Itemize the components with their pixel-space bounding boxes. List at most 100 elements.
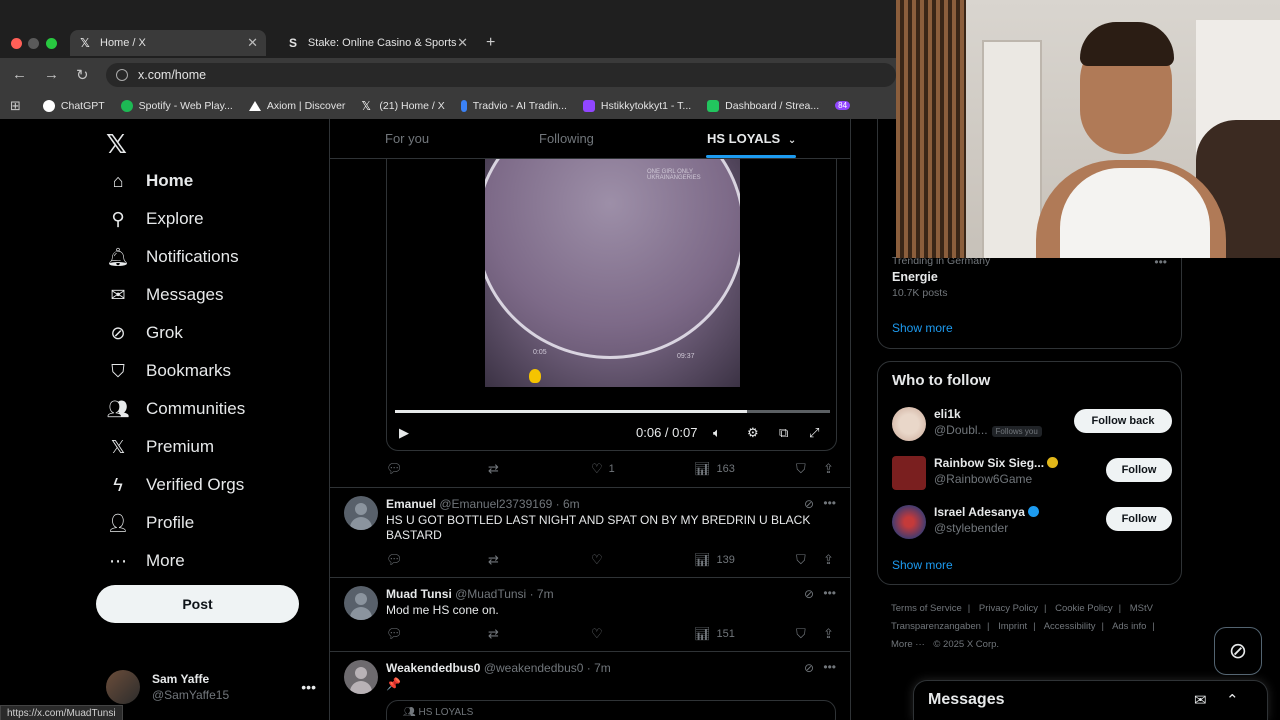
close-icon[interactable]: ✕ [457,35,468,51]
follow-back-button[interactable]: Follow back [1074,409,1172,433]
nav-premium[interactable]: 𝕏 Premium [106,435,214,459]
play-icon[interactable]: ▶ [399,425,409,441]
footer-link[interactable]: Terms of Service [891,603,962,614]
nav-notifications[interactable]: 🔔︎ Notifications [106,245,239,269]
bookmark-button[interactable]: ⛉ [796,626,812,642]
tweet-author-handle[interactable]: @Emanuel23739169 [439,497,552,511]
video-progress-bar[interactable] [395,410,830,413]
back-button[interactable]: ← [12,66,27,83]
apps-grid-icon[interactable]: ⊞ [10,98,21,114]
share-button[interactable]: ⇪ [823,626,840,642]
nav-grok[interactable]: ⊘ Grok [106,321,182,345]
video-player[interactable]: ONE GIRL ONLY UKRAINANGERIES 0:05 09:37 … [386,159,837,451]
close-icon[interactable]: ✕ [247,35,258,51]
tweet-time[interactable]: · 7m [530,587,554,601]
tab-following[interactable]: Following [539,131,594,146]
tweet[interactable]: Weakendedbus0 @weakendedbus0 · 7m ⊘ ••• … [330,651,850,720]
tweet-time[interactable]: · 6m [556,497,580,511]
avatar[interactable] [344,496,378,530]
follow-suggestion[interactable]: Israel Adesanya @stylebender Follow [892,505,1172,541]
nav-home[interactable]: ⌂ Home [106,169,194,193]
tweet-author-handle[interactable]: @MuadTunsi [455,587,526,601]
reply-button[interactable]: 💬︎ [386,461,409,477]
settings-gear-icon[interactable]: ⚙ [747,425,759,441]
tweet-time[interactable]: · 7m [587,661,611,675]
bookmark-extra[interactable]: 84 [835,101,851,110]
bookmark-chatgpt[interactable]: ChatGPT [42,99,105,112]
nav-explore[interactable]: ⚲ Explore [106,207,203,231]
views-button[interactable]: 📊︎ 151 [694,626,735,642]
nav-more[interactable]: ⋯ More [106,549,185,573]
tab-stake[interactable]: S Stake: Online Casino & Sports ✕ [278,30,476,56]
retweet-button[interactable]: ⇄ [488,626,505,642]
tweet-author-name[interactable]: Weakendedbus0 [386,661,480,675]
avatar[interactable] [344,660,378,694]
maximize-window-button[interactable] [46,38,57,49]
new-message-icon[interactable]: ✉ [1194,691,1207,709]
grok-icon[interactable]: ⊘ [804,587,814,601]
avatar[interactable] [892,505,926,539]
suggestion-name[interactable]: Israel Adesanya [934,505,1039,519]
tweet-author-handle[interactable]: @weakendedbus0 [484,661,584,675]
grok-icon[interactable]: ⊘ [804,661,814,675]
retweet-button[interactable]: ⇄ [488,461,505,477]
like-button[interactable]: ♡ [591,626,609,642]
site-info-icon[interactable] [116,69,128,81]
follow-suggestion[interactable]: eli1k @Doubl... Follows you Follow back [892,407,1172,443]
account-switcher[interactable]: Sam Yaffe @SamYaffe15 ••• [106,669,316,705]
nav-verified-orgs[interactable]: ϟ Verified Orgs [106,473,244,497]
fullscreen-icon[interactable]: ⤢ [809,425,819,441]
views-button[interactable]: 📊︎ 139 [694,552,735,568]
more-dots-icon[interactable]: ••• [823,586,836,600]
suggestion-name[interactable]: Rainbow Six Sieg... [934,456,1059,470]
tab-for-you[interactable]: For you [385,131,429,146]
reload-button[interactable]: ↻ [76,66,89,84]
x-logo-icon[interactable]: 𝕏 [106,129,127,160]
close-window-button[interactable] [11,38,22,49]
retweet-button[interactable]: ⇄ [488,552,505,568]
tab-hs-loyals[interactable]: HS LOYALS ⌄ [707,131,796,146]
follow-button[interactable]: Follow [1106,458,1172,482]
follow-suggestion[interactable]: Rainbow Six Sieg... @Rainbow6Game Follow [892,456,1172,492]
avatar[interactable] [344,586,378,620]
forward-button[interactable]: → [44,66,59,83]
bookmark-button[interactable]: ⛉ [796,552,812,568]
messages-drawer[interactable]: Messages ✉ ⌃ [913,680,1268,720]
bookmark-axiom[interactable]: Axiom | Discover [248,100,345,112]
volume-icon[interactable]: 🔈︎ [713,425,721,441]
tab-home-x[interactable]: 𝕏 Home / X ✕ [70,30,266,56]
minimize-window-button[interactable] [28,38,39,49]
grok-icon[interactable]: ⊘ [804,497,814,511]
bookmark-twitch[interactable]: Hstikkytokkyt1 - T... [582,99,691,112]
nav-profile[interactable]: 👤︎ Profile [106,511,195,535]
tweet-author-name[interactable]: Emanuel [386,497,436,511]
follow-button[interactable]: Follow [1106,507,1172,531]
views-button[interactable]: 📊︎ 163 [694,461,735,477]
suggestion-name[interactable]: eli1k [934,407,961,421]
footer-link[interactable]: Imprint [998,621,1027,632]
grok-button[interactable]: ⊘ [1214,627,1262,675]
nav-communities[interactable]: 👥︎ Communities [106,397,246,421]
collapse-chevron-icon[interactable]: ⌃ [1226,691,1239,709]
show-more-link[interactable]: Show more [892,558,953,572]
tweet-author-name[interactable]: Muad Tunsi [386,587,452,601]
more-dots-icon[interactable]: ••• [823,660,836,674]
nav-bookmarks[interactable]: ⛉ Bookmarks [106,359,231,383]
like-button[interactable]: ♡ [591,552,609,568]
more-dots-icon[interactable]: ••• [823,496,836,510]
reply-button[interactable]: 💬︎ [386,552,409,568]
footer-more-link[interactable]: More ··· [891,639,925,650]
share-button[interactable]: ⇪ [823,552,840,568]
post-button[interactable]: Post [96,585,299,623]
community-tag[interactable]: 👥︎ HS LOYALS [386,700,836,720]
footer-link[interactable]: Privacy Policy [979,603,1038,614]
pip-icon[interactable]: ⧉ [779,425,788,441]
footer-link[interactable]: Accessibility [1044,621,1096,632]
reply-button[interactable]: 💬︎ [386,626,409,642]
footer-link[interactable]: Cookie Policy [1055,603,1113,614]
tweet[interactable]: Muad Tunsi @MuadTunsi · 7m ⊘ ••• Mod me … [330,577,850,651]
more-dots-icon[interactable]: ••• [301,679,316,695]
avatar[interactable] [892,456,926,490]
url-input[interactable]: x.com/home [106,63,896,87]
show-more-link[interactable]: Show more [892,321,953,335]
